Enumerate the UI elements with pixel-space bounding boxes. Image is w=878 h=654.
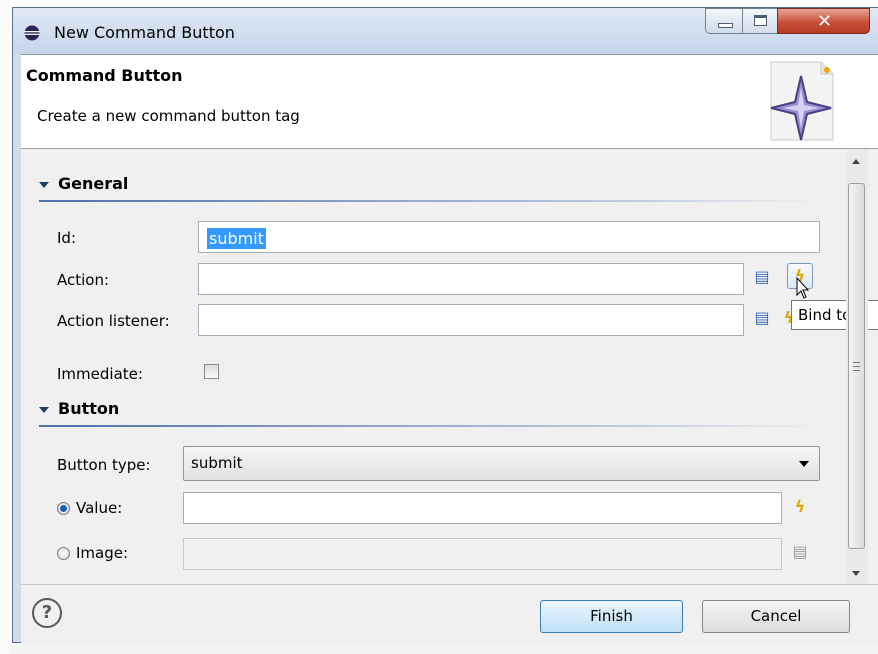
section-button-label: Button: [58, 399, 120, 418]
section-general-label: General: [58, 174, 129, 193]
minimize-icon: [718, 23, 733, 28]
immediate-label: Immediate:: [57, 365, 143, 383]
cancel-button[interactable]: Cancel: [702, 600, 850, 633]
image-field: [183, 538, 782, 570]
image-radio[interactable]: [57, 547, 70, 560]
browse-document-icon[interactable]: ▤: [751, 307, 773, 329]
image-label: Image:: [76, 544, 129, 562]
section-divider: [39, 200, 826, 202]
id-field-value: submit: [207, 228, 266, 249]
value-field[interactable]: [183, 492, 782, 524]
action-label: Action:: [57, 271, 110, 289]
button-type-label: Button type:: [57, 456, 151, 474]
wizard-header: Command Button Create a new command butt…: [21, 54, 878, 149]
chevron-down-icon: [799, 461, 809, 467]
maximize-button[interactable]: [742, 8, 778, 34]
section-divider: [39, 425, 826, 427]
close-button[interactable]: ✕: [777, 8, 870, 34]
button-type-value: submit: [191, 454, 243, 472]
radio-selected-dot: [60, 505, 67, 512]
action-field[interactable]: [198, 263, 744, 295]
title-bar: New Command Button ✕: [13, 8, 878, 54]
expand-triangle-icon: [39, 181, 49, 188]
desktop-background-strip: [10, 645, 878, 654]
close-icon: ✕: [816, 11, 833, 32]
header-description: Create a new command button tag: [37, 107, 300, 125]
browse-document-icon[interactable]: ▤: [751, 266, 773, 288]
lightning-bolt-icon[interactable]: ϟ: [789, 496, 811, 518]
value-radio[interactable]: [57, 502, 70, 515]
button-bar: ? Finish Cancel: [21, 584, 878, 645]
scrollbar-thumb[interactable]: [848, 183, 865, 549]
window-title: New Command Button: [54, 23, 235, 42]
vertical-scrollbar[interactable]: [846, 149, 868, 585]
action-listener-label: Action listener:: [57, 312, 170, 330]
scroll-down-icon[interactable]: [852, 571, 860, 576]
help-icon[interactable]: ?: [32, 598, 62, 628]
immediate-checkbox[interactable]: [204, 364, 219, 379]
header-title: Command Button: [26, 66, 183, 85]
dialog-window: New Command Button ✕ Command Button Crea…: [12, 7, 878, 645]
eclipse-icon: [24, 25, 40, 41]
desktop-background: [0, 0, 10, 654]
section-general-header[interactable]: General: [39, 174, 128, 193]
mouse-cursor-icon: [796, 277, 810, 299]
id-label: Id:: [57, 229, 76, 247]
maximize-icon: [754, 15, 767, 26]
scroll-up-icon[interactable]: [852, 159, 860, 164]
section-button-header[interactable]: Button: [39, 399, 119, 418]
wizard-sparkle-icon: [770, 61, 834, 141]
button-type-select[interactable]: submit: [183, 446, 820, 481]
expand-triangle-icon: [39, 406, 49, 413]
browse-document-icon: ▤: [792, 542, 808, 561]
form-area: General Id: submit Action: ▤ ϟ Action li…: [21, 148, 878, 585]
value-label: Value:: [76, 499, 123, 517]
minimize-button[interactable]: [705, 8, 743, 34]
action-listener-field[interactable]: [198, 304, 744, 336]
grip-icon: [853, 362, 860, 371]
finish-button[interactable]: Finish: [540, 600, 683, 633]
id-field[interactable]: submit: [198, 221, 820, 253]
